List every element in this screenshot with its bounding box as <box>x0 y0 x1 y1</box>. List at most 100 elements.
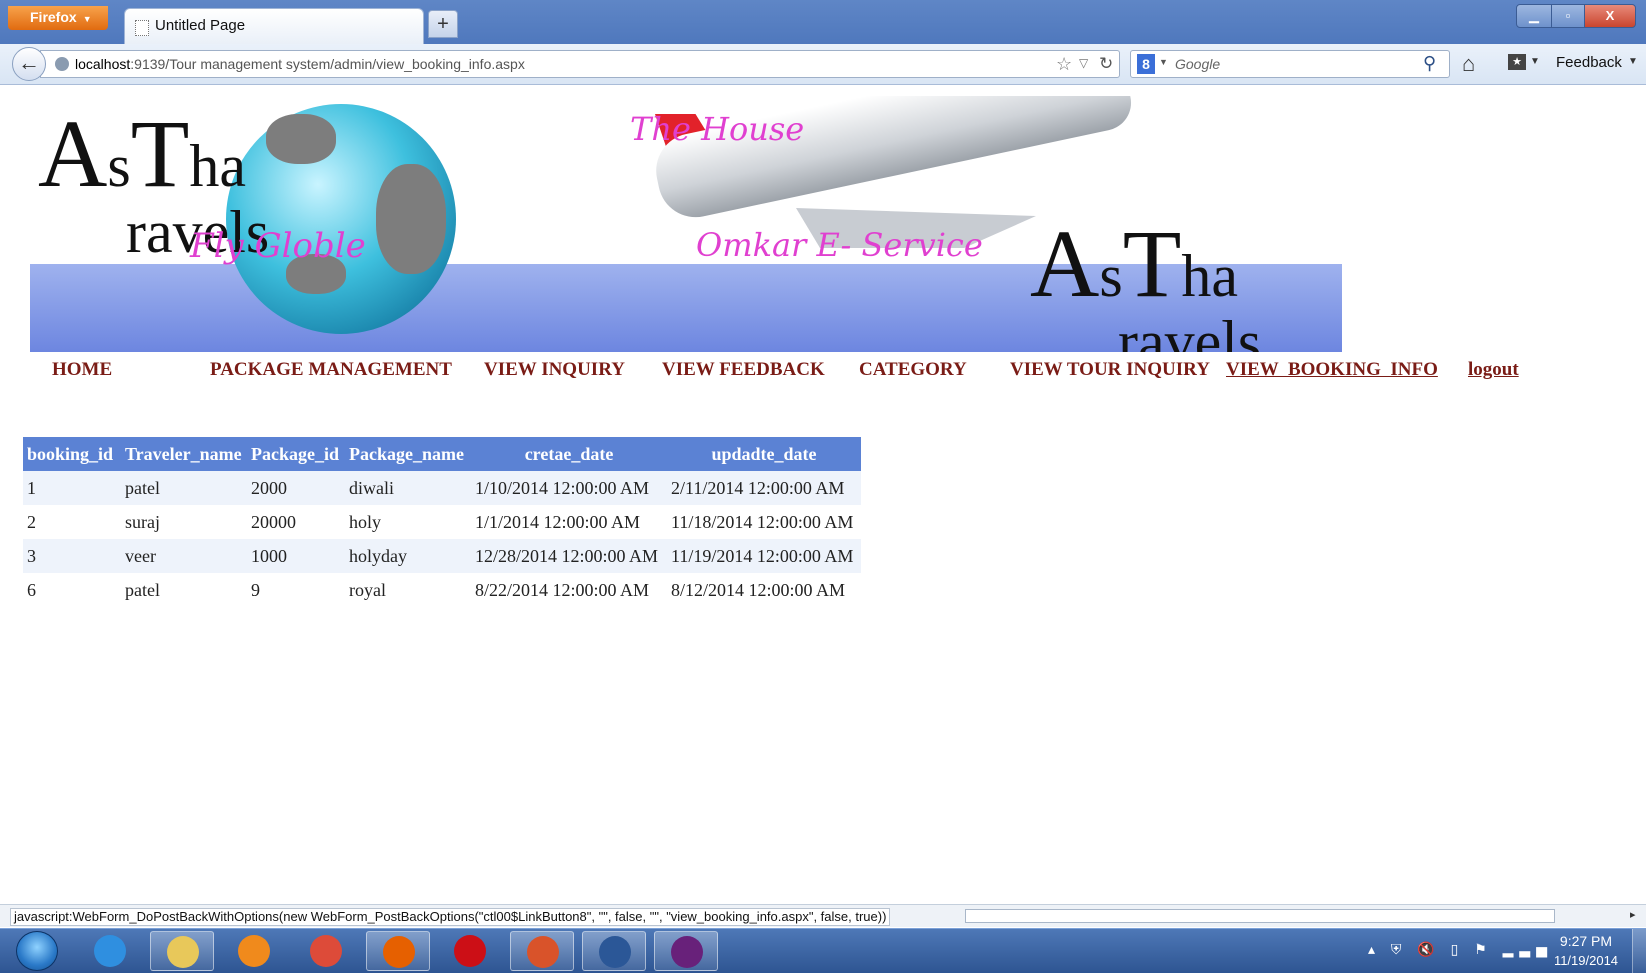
logo-letter: ha <box>189 133 246 199</box>
opera-icon <box>454 935 486 967</box>
logo-letter: T <box>1122 210 1182 317</box>
logo-letter: ravels <box>1118 309 1262 352</box>
bookmarks-icon[interactable]: ★ <box>1508 54 1526 70</box>
table-cell: 11/19/2014 12:00:00 AM <box>667 539 861 573</box>
nav-view-booking-info[interactable]: VIEW BOOKING INFO <box>1226 359 1438 381</box>
nav-package-management[interactable]: PACKAGE MANAGEMENT <box>210 359 452 381</box>
nav-view-tour-inquiry[interactable]: VIEW TOUR INQUIRY <box>1010 359 1210 381</box>
bookmarks-dropdown-icon[interactable]: ▼ <box>1530 56 1540 67</box>
taskbar-opera-button[interactable] <box>438 931 502 971</box>
table-cell: 2000 <box>247 471 345 505</box>
table-cell: 2/11/2014 12:00:00 AM <box>667 471 861 505</box>
system-tray-icons[interactable]: ▴ ⛨ 🔇 ▯ ⚑ ▂▃▅ <box>1368 941 1553 958</box>
nav-view-feedback[interactable]: VIEW FEEDBACK <box>662 359 825 381</box>
home-icon[interactable]: ⌂ <box>1462 51 1475 77</box>
clock-date[interactable]: 11/19/2014 <box>1546 953 1626 968</box>
feedback-button[interactable]: Feedback <box>1556 54 1622 71</box>
table-cell: holy <box>345 505 471 539</box>
table-cell: royal <box>345 573 471 607</box>
firefox-menu-button[interactable]: Firefox ▼ <box>8 6 108 30</box>
table-cell: diwali <box>345 471 471 505</box>
taskbar-visual-studio-button[interactable] <box>654 931 718 971</box>
back-arrow-icon[interactable]: ← <box>12 47 46 81</box>
new-tab-button[interactable]: + <box>428 10 458 38</box>
nav-view-inquiry[interactable]: VIEW INQUIRY <box>484 359 625 381</box>
table-cell: suraj <box>121 505 247 539</box>
column-header: updadte_date <box>667 437 861 471</box>
word-icon <box>599 936 631 968</box>
scroll-right-arrow-icon[interactable]: ▸ <box>1630 908 1636 921</box>
table-cell: 1/10/2014 12:00:00 AM <box>471 471 667 505</box>
table-cell: 6 <box>23 573 121 607</box>
site-banner: AsTha ravels Fly Globle The House Omkar E… <box>30 96 1342 352</box>
taskbar-chrome-button[interactable] <box>294 931 358 971</box>
table-cell: 20000 <box>247 505 345 539</box>
column-header: cretae_date <box>471 437 667 471</box>
logo-letter: s <box>107 133 131 199</box>
close-button[interactable]: X <box>1584 4 1636 28</box>
page-icon <box>135 20 149 36</box>
search-engine-icon[interactable]: 8 <box>1137 54 1155 74</box>
url-text[interactable]: localhost:9139/Tour management system/ad… <box>75 56 525 72</box>
table-cell: 1 <box>23 471 121 505</box>
bookmark-star-icon[interactable]: ☆ <box>1056 54 1072 75</box>
column-header: Package_id <box>247 437 345 471</box>
table-cell: 1000 <box>247 539 345 573</box>
internet-explorer-icon <box>94 935 126 967</box>
logo-letter: ha <box>1181 243 1238 309</box>
booking-info-table: booking_id Traveler_name Package_id Pack… <box>23 437 861 607</box>
table-cell: 12/28/2014 12:00:00 AM <box>471 539 667 573</box>
search-engine-dropdown-icon[interactable]: ▼ <box>1159 57 1168 67</box>
table-cell: patel <box>121 471 247 505</box>
file-explorer-icon <box>167 936 199 968</box>
tagline-the-house: The House <box>630 110 805 148</box>
feedback-dropdown-icon[interactable]: ▼ <box>1628 56 1638 67</box>
taskbar-presentation-app-button[interactable] <box>510 931 574 971</box>
nav-category[interactable]: CATEGORY <box>859 359 967 381</box>
clock-time[interactable]: 9:27 PM <box>1546 933 1626 949</box>
show-desktop-button[interactable] <box>1632 929 1646 973</box>
table-cell: 2 <box>23 505 121 539</box>
table-cell: 11/18/2014 12:00:00 AM <box>667 505 861 539</box>
nav-logout[interactable]: logout <box>1468 359 1519 381</box>
taskbar-internet-explorer-button[interactable] <box>78 931 142 971</box>
firefox-icon <box>383 936 415 968</box>
table-row: 6 patel 9 royal 8/22/2014 12:00:00 AM 8/… <box>23 573 861 607</box>
minimize-button[interactable]: ▁ <box>1516 4 1552 28</box>
media-player-icon <box>238 935 270 967</box>
horizontal-scrollbar[interactable] <box>965 909 1555 923</box>
windows-taskbar: ▴ ⛨ 🔇 ▯ ⚑ ▂▃▅ 9:27 PM 11/19/2014 <box>0 928 1646 973</box>
taskbar-firefox-button[interactable] <box>366 931 430 971</box>
maximize-button[interactable]: ▫ <box>1551 4 1585 28</box>
tab-untitled-page[interactable]: Untitled Page <box>124 8 424 44</box>
taskbar-media-player-button[interactable] <box>222 931 286 971</box>
navigation-toolbar: localhost:9139/Tour management system/ad… <box>0 44 1646 85</box>
tagline-fly-globle: Fly Globle <box>190 226 366 266</box>
start-button[interactable] <box>16 931 58 971</box>
taskbar-file-explorer-button[interactable] <box>150 931 214 971</box>
table-cell: veer <box>121 539 247 573</box>
taskbar-word-button[interactable] <box>582 931 646 971</box>
astha-travels-logo-secondary: AsTha ravels <box>1030 216 1262 353</box>
column-header: Package_name <box>345 437 471 471</box>
url-bar[interactable]: localhost:9139/Tour management system/ad… <box>40 50 1120 78</box>
search-placeholder[interactable]: Google <box>1175 56 1220 72</box>
nav-home[interactable]: HOME <box>52 359 112 381</box>
url-path: :9139/Tour management system/admin/view_… <box>130 56 525 72</box>
tagline-omkar-e-service: Omkar E- Service <box>696 226 983 264</box>
table-cell: 3 <box>23 539 121 573</box>
table-cell: 8/22/2014 12:00:00 AM <box>471 573 667 607</box>
browser-titlebar: Firefox ▼ Untitled Page + ▁ ▫ X <box>0 0 1646 44</box>
column-header: Traveler_name <box>121 437 247 471</box>
logo-letter: s <box>1099 243 1123 309</box>
table-cell: 9 <box>247 573 345 607</box>
reload-icon[interactable]: ↻ <box>1099 54 1113 74</box>
status-link-text: javascript:WebForm_DoPostBackWithOptions… <box>10 908 891 926</box>
table-row: 3 veer 1000 holyday 12/28/2014 12:00:00 … <box>23 539 861 573</box>
table-row: 2 suraj 20000 holy 1/1/2014 12:00:00 AM … <box>23 505 861 539</box>
search-bar[interactable]: 8 ▼ Google ⚲ <box>1130 50 1450 78</box>
column-header: booking_id <box>23 437 121 471</box>
site-identity-icon[interactable] <box>55 57 69 71</box>
search-icon[interactable]: ⚲ <box>1423 53 1436 74</box>
history-dropdown-icon[interactable]: ▽ <box>1079 56 1088 70</box>
